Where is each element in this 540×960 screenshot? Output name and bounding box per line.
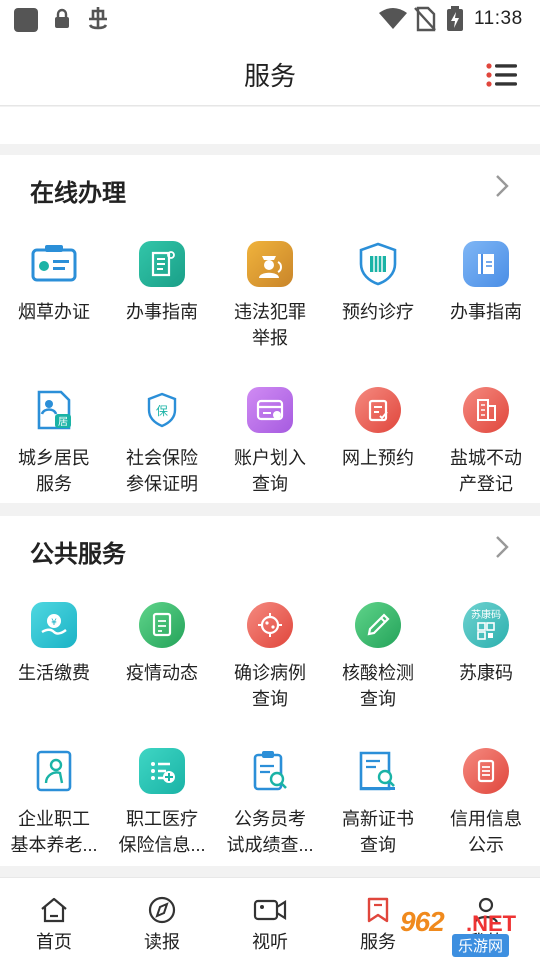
virus-icon bbox=[247, 602, 293, 648]
service-label: 信用信息 公示 bbox=[450, 809, 522, 855]
service-resident[interactable]: 居 城乡居民 服务 bbox=[0, 377, 108, 523]
id-card-icon bbox=[31, 241, 77, 287]
epidemic-report-icon bbox=[139, 602, 185, 648]
service-label: 办事指南 bbox=[450, 302, 522, 322]
service-label: 网上预约 bbox=[342, 448, 414, 468]
service-label: 办事指南 bbox=[126, 302, 198, 322]
watermark-text: 乐游网 bbox=[452, 934, 510, 957]
video-camera-icon bbox=[253, 899, 287, 921]
service-nucleic-test[interactable]: 核酸检测 查询 bbox=[324, 592, 432, 738]
status-bar: 11:38 bbox=[0, 0, 540, 38]
tab-read[interactable]: 读报 bbox=[108, 878, 216, 960]
health-qr-code-icon: 苏康码 bbox=[463, 602, 509, 648]
building-icon bbox=[463, 387, 509, 433]
pipette-icon bbox=[355, 602, 401, 648]
section-title: 公共服务 bbox=[30, 541, 126, 568]
payment-hand-icon: ¥ bbox=[31, 602, 77, 648]
service-hightech-certificate[interactable]: 高新证书 查询 bbox=[324, 738, 432, 884]
exam-clipboard-icon bbox=[247, 748, 293, 794]
wifi-icon bbox=[379, 8, 407, 29]
service-credit-info[interactable]: 信用信息 公示 bbox=[432, 738, 540, 884]
service-label: 社会保险 参保证明 bbox=[126, 448, 198, 494]
service-label: 账户划入 查询 bbox=[234, 448, 306, 494]
service-label: 高新证书 查询 bbox=[342, 809, 414, 855]
service-label: 疫情动态 bbox=[126, 663, 198, 683]
clock-time: 11:38 bbox=[474, 8, 523, 29]
bug-icon bbox=[88, 7, 108, 30]
page-header: 服务 bbox=[0, 38, 540, 106]
service-guide-2[interactable]: 办事指南 bbox=[432, 231, 540, 377]
service-medical-appointment[interactable]: 预约诊疗 bbox=[324, 231, 432, 377]
service-label: 苏康码 bbox=[459, 663, 513, 683]
service-label: 职工医疗 保险信息... bbox=[118, 809, 206, 855]
service-label: 公务员考 试成绩查... bbox=[226, 809, 314, 855]
svg-text:保: 保 bbox=[156, 404, 168, 418]
service-label: 企业职工 基本养老... bbox=[10, 809, 98, 855]
service-label: 盐城不动 产登记 bbox=[450, 448, 522, 494]
service-label: 核酸检测 查询 bbox=[342, 663, 414, 709]
credit-info-icon bbox=[463, 748, 509, 794]
service-epidemic-news[interactable]: 疫情动态 bbox=[108, 592, 216, 738]
watermark-number: 962 bbox=[400, 906, 445, 937]
section-title: 在线办理 bbox=[30, 180, 126, 207]
compass-icon bbox=[148, 896, 176, 924]
service-label: 确诊病例 查询 bbox=[234, 663, 306, 709]
svg-text:居: 居 bbox=[58, 416, 68, 428]
health-code-badge: 苏康码 bbox=[471, 610, 501, 621]
pension-icon bbox=[31, 748, 77, 794]
section-public-services: 公共服务 ¥ 生活缴费 疫情动态 确诊病例 查询 核酸检测 查询 苏康码 苏康码… bbox=[0, 516, 540, 866]
service-online-appointment[interactable]: 网上预约 bbox=[324, 377, 432, 523]
appointment-icon bbox=[355, 387, 401, 433]
service-medical-insurance[interactable]: 职工医疗 保险信息... bbox=[108, 738, 216, 884]
tab-label: 首页 bbox=[36, 932, 72, 952]
hospital-shield-icon bbox=[355, 241, 401, 287]
chevron-right-icon[interactable] bbox=[494, 173, 510, 199]
tab-home[interactable]: 首页 bbox=[0, 878, 108, 960]
list-menu-icon[interactable] bbox=[486, 63, 518, 87]
service-utility-payment[interactable]: ¥ 生活缴费 bbox=[0, 592, 108, 738]
book-icon bbox=[463, 241, 509, 287]
no-sim-icon bbox=[414, 6, 436, 32]
service-crime-report[interactable]: 违法犯罪 举报 bbox=[216, 231, 324, 377]
medical-list-icon bbox=[139, 748, 185, 794]
battery-charging-icon bbox=[447, 6, 463, 31]
app-notification-icon bbox=[14, 8, 38, 32]
service-property-registration[interactable]: 盐城不动 产登记 bbox=[432, 377, 540, 523]
account-transfer-icon bbox=[247, 387, 293, 433]
service-pension[interactable]: 企业职工 基本养老... bbox=[0, 738, 108, 884]
insurance-shield-icon: 保 bbox=[139, 387, 185, 433]
tab-video[interactable]: 视听 bbox=[216, 878, 324, 960]
lock-icon bbox=[55, 8, 69, 28]
service-label: 预约诊疗 bbox=[342, 302, 414, 322]
tab-label: 服务 bbox=[360, 932, 396, 952]
service-label: 城乡居民 服务 bbox=[18, 448, 90, 494]
tab-label: 视听 bbox=[252, 932, 288, 952]
chevron-right-icon[interactable] bbox=[494, 534, 510, 560]
svg-text:¥: ¥ bbox=[51, 618, 57, 628]
service-label: 生活缴费 bbox=[18, 663, 90, 683]
service-health-code[interactable]: 苏康码 苏康码 bbox=[432, 592, 540, 738]
service-account-transfer[interactable]: 账户划入 查询 bbox=[216, 377, 324, 523]
service-confirmed-cases[interactable]: 确诊病例 查询 bbox=[216, 592, 324, 738]
police-phone-icon bbox=[247, 241, 293, 287]
service-label: 违法犯罪 举报 bbox=[234, 302, 306, 348]
service-civil-exam[interactable]: 公务员考 试成绩查... bbox=[216, 738, 324, 884]
tab-label: 读报 bbox=[144, 932, 180, 952]
site-watermark: 962 .NET 乐游网 bbox=[400, 906, 536, 957]
service-tobacco-license[interactable]: 烟草办证 bbox=[0, 231, 108, 377]
home-icon bbox=[41, 897, 67, 923]
certificate-icon bbox=[355, 748, 401, 794]
document-scroll-icon bbox=[139, 241, 185, 287]
bookmark-icon bbox=[367, 897, 389, 923]
resident-card-icon: 居 bbox=[31, 387, 77, 433]
header-spacer bbox=[0, 107, 540, 144]
service-guide[interactable]: 办事指南 bbox=[108, 231, 216, 377]
page-title: 服务 bbox=[243, 61, 296, 91]
section-online-services: 在线办理 烟草办证 办事指南 违法犯罪 举报 预约诊疗 办事指南 居 城乡居民 … bbox=[0, 155, 540, 503]
service-label: 烟草办证 bbox=[18, 302, 90, 322]
service-social-insurance[interactable]: 保 社会保险 参保证明 bbox=[108, 377, 216, 523]
